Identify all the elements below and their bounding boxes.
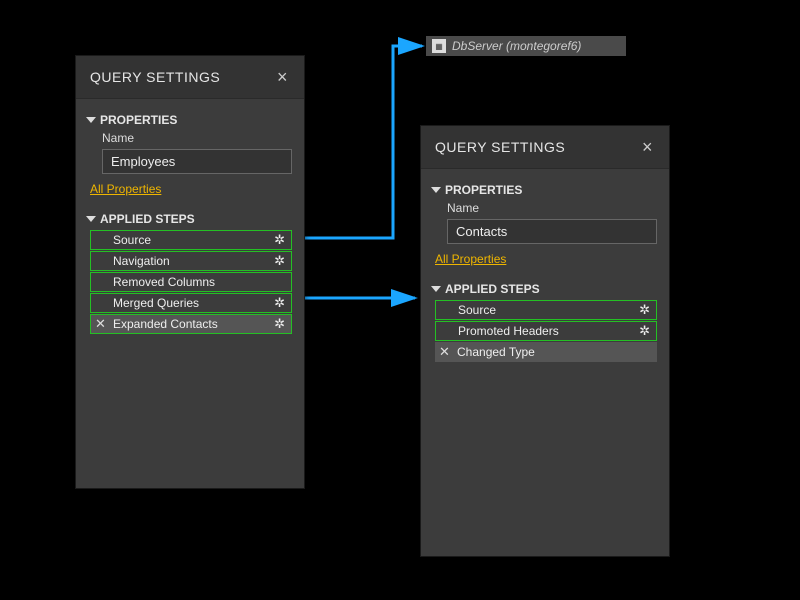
step-name: Removed Columns bbox=[113, 275, 215, 289]
panel-body: PROPERTIES Name All Properties APPLIED S… bbox=[76, 98, 304, 488]
query-settings-panel-employees: QUERY SETTINGS × PROPERTIES Name All Pro… bbox=[75, 55, 305, 489]
gear-icon[interactable]: ✲ bbox=[274, 316, 285, 332]
close-icon[interactable]: × bbox=[638, 136, 657, 158]
caret-down-icon bbox=[431, 187, 441, 193]
step-name: Promoted Headers bbox=[458, 324, 559, 338]
name-label: Name bbox=[447, 201, 657, 215]
step-name: Source bbox=[458, 303, 496, 317]
delete-step-icon[interactable]: ✕ bbox=[439, 344, 450, 360]
section-properties-label: PROPERTIES bbox=[100, 113, 177, 127]
caret-down-icon bbox=[86, 216, 96, 222]
name-input[interactable] bbox=[102, 149, 292, 174]
section-applied-steps[interactable]: APPLIED STEPS bbox=[433, 282, 657, 296]
step-name: Merged Queries bbox=[113, 296, 199, 310]
applied-step[interactable]: Source ✲ bbox=[435, 300, 657, 320]
applied-step[interactable]: Navigation ✲ bbox=[90, 251, 292, 271]
section-steps-label: APPLIED STEPS bbox=[445, 282, 540, 296]
applied-step[interactable]: Removed Columns bbox=[90, 272, 292, 292]
dbserver-label: DbServer (montegoref6) bbox=[452, 39, 581, 53]
panel-title: QUERY SETTINGS bbox=[90, 69, 220, 85]
applied-steps-list: Source ✲ Promoted Headers ✲ ✕ Changed Type bbox=[435, 300, 657, 362]
applied-step[interactable]: ✕ Changed Type bbox=[435, 342, 657, 362]
close-icon[interactable]: × bbox=[273, 66, 292, 88]
all-properties-link[interactable]: All Properties bbox=[435, 252, 506, 266]
query-settings-panel-contacts: QUERY SETTINGS × PROPERTIES Name All Pro… bbox=[420, 125, 670, 557]
panel-header: QUERY SETTINGS × bbox=[76, 56, 304, 98]
gear-icon[interactable]: ✲ bbox=[274, 253, 285, 269]
database-icon: ▦ bbox=[432, 39, 446, 53]
applied-step[interactable]: Merged Queries ✲ bbox=[90, 293, 292, 313]
section-steps-label: APPLIED STEPS bbox=[100, 212, 195, 226]
section-properties[interactable]: PROPERTIES bbox=[88, 113, 292, 127]
section-properties-label: PROPERTIES bbox=[445, 183, 522, 197]
step-name: Source bbox=[113, 233, 151, 247]
section-applied-steps[interactable]: APPLIED STEPS bbox=[88, 212, 292, 226]
delete-step-icon[interactable]: ✕ bbox=[95, 316, 106, 332]
step-name: Expanded Contacts bbox=[113, 317, 218, 331]
gear-icon[interactable]: ✲ bbox=[274, 295, 285, 311]
applied-step[interactable]: ✕ Expanded Contacts ✲ bbox=[90, 314, 292, 334]
panel-header: QUERY SETTINGS × bbox=[421, 126, 669, 168]
step-name: Changed Type bbox=[457, 345, 535, 359]
gear-icon[interactable]: ✲ bbox=[274, 232, 285, 248]
applied-steps-list: Source ✲ Navigation ✲ Removed Columns Merged … bbox=[90, 230, 292, 334]
caret-down-icon bbox=[86, 117, 96, 123]
gear-icon[interactable]: ✲ bbox=[639, 323, 650, 339]
dbserver-node[interactable]: ▦ DbServer (montegoref6) bbox=[426, 36, 626, 56]
name-label: Name bbox=[102, 131, 292, 145]
applied-step[interactable]: Promoted Headers ✲ bbox=[435, 321, 657, 341]
step-name: Navigation bbox=[113, 254, 170, 268]
caret-down-icon bbox=[431, 286, 441, 292]
name-input[interactable] bbox=[447, 219, 657, 244]
all-properties-link[interactable]: All Properties bbox=[90, 182, 161, 196]
applied-step[interactable]: Source ✲ bbox=[90, 230, 292, 250]
section-properties[interactable]: PROPERTIES bbox=[433, 183, 657, 197]
panel-title: QUERY SETTINGS bbox=[435, 139, 565, 155]
gear-icon[interactable]: ✲ bbox=[639, 302, 650, 318]
panel-body: PROPERTIES Name All Properties APPLIED S… bbox=[421, 168, 669, 556]
